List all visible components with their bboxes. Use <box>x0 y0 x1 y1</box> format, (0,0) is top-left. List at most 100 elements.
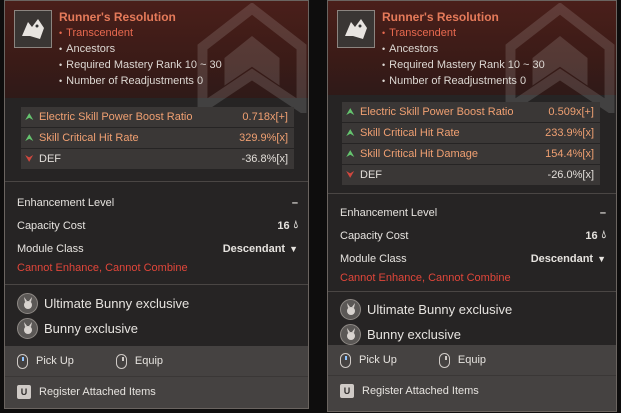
stat-row: ⮝ Skill Critical Hit Rate 233.9%[x] <box>342 123 600 143</box>
exclusive-item: Bunny exclusive <box>17 316 189 341</box>
stat-row: ⮝ Skill Critical Hit Rate 329.9%[x] <box>21 128 294 148</box>
droplet-icon: 💧︎ <box>293 219 298 231</box>
module-mastery-rank: Required Mastery Rank 10 ~ 30 <box>382 57 545 73</box>
double-chevron-up-icon: ⮝ <box>346 127 355 139</box>
action-footer: Pick Up Equip U Register Attached Items <box>5 346 308 408</box>
capacity-label: Capacity Cost <box>340 229 409 242</box>
key-u-icon: U <box>340 383 354 398</box>
stat-name: Electric Skill Power Boost Ratio <box>360 106 514 118</box>
capacity-label: Capacity Cost <box>17 219 86 232</box>
stat-row: ⮝ Electric Skill Power Boost Ratio 0.509… <box>342 102 600 122</box>
key-u-icon: U <box>17 384 31 399</box>
enhancement-value: – <box>599 206 606 219</box>
stat-value: 154.4%[x] <box>545 148 594 160</box>
enhancement-label: Enhancement Level <box>17 196 115 209</box>
mouse-left-click-icon <box>17 353 28 369</box>
exclusive-list: Ultimate Bunny exclusive Bunny exclusive <box>17 291 189 341</box>
exclusive-item: Ultimate Bunny exclusive <box>17 291 189 316</box>
equip-action[interactable]: Equip <box>458 354 486 366</box>
double-chevron-up-icon: ⮝ <box>25 111 34 123</box>
exclusive-item: Bunny exclusive <box>340 322 512 347</box>
bunny-avatar-icon <box>340 299 361 320</box>
module-tooltip-left: Runner's Resolution Transcendent Ancesto… <box>4 0 309 409</box>
stat-name: Skill Critical Hit Damage <box>360 148 478 160</box>
module-readjustments: Number of Readjustments 0 <box>382 73 545 89</box>
module-mastery-rank: Required Mastery Rank 10 ~ 30 <box>59 57 222 73</box>
stat-value: -26.0%[x] <box>547 169 594 181</box>
capacity-value: 16 <box>585 229 598 242</box>
pick-up-action[interactable]: Pick Up <box>36 355 74 367</box>
exclusive-label: Bunny exclusive <box>44 321 138 336</box>
exclusive-label: Ultimate Bunny exclusive <box>44 296 190 311</box>
stat-name: DEF <box>39 153 61 165</box>
action-footer: Pick Up Equip U Register Attached Items <box>328 345 616 411</box>
droplet-icon: 💧︎ <box>601 229 606 241</box>
bunny-avatar-icon <box>17 293 38 314</box>
double-chevron-down-icon: ⮟ <box>25 153 34 165</box>
stat-row: ⮟ DEF -26.0%[x] <box>342 165 600 185</box>
module-class-row: Module Class Descendant ▼ <box>340 247 606 270</box>
wolf-emblem-icon <box>14 10 52 48</box>
module-title: Runner's Resolution <box>382 10 499 24</box>
restriction-warning: Cannot Enhance, Cannot Combine <box>17 262 188 274</box>
stat-name: Skill Critical Hit Rate <box>360 127 460 139</box>
capacity-value: 16 <box>277 219 290 232</box>
module-class-label: Module Class <box>17 242 84 255</box>
double-chevron-down-icon: ⮟ <box>346 169 355 181</box>
exclusive-label: Bunny exclusive <box>367 327 461 342</box>
exclusive-label: Ultimate Bunny exclusive <box>367 302 513 317</box>
double-chevron-up-icon: ⮝ <box>346 106 355 118</box>
module-socket: Ancestors <box>59 41 222 57</box>
restriction-warning: Cannot Enhance, Cannot Combine <box>340 272 511 284</box>
divider <box>328 193 616 194</box>
bunny-avatar-icon <box>340 324 361 345</box>
tooltip-header: Runner's Resolution Transcendent Ancesto… <box>328 1 616 113</box>
module-class-value: Descendant <box>222 242 286 255</box>
module-tier: Transcendent <box>382 25 545 41</box>
stat-value: -36.8%[x] <box>241 153 288 165</box>
pick-up-action[interactable]: Pick Up <box>359 354 397 366</box>
stat-name: DEF <box>360 169 382 181</box>
enhancement-value: – <box>291 196 298 209</box>
capacity-row: Capacity Cost 16 💧︎ <box>340 224 606 247</box>
descendant-class-icon: ▼ <box>597 253 606 264</box>
module-tooltip-right: Runner's Resolution Transcendent Ancesto… <box>327 0 617 412</box>
stat-value: 0.718x[+] <box>242 111 288 123</box>
enhancement-row: Enhancement Level – <box>340 201 606 224</box>
bunny-avatar-icon <box>17 318 38 339</box>
module-info: Enhancement Level – Capacity Cost 16 💧︎ M… <box>340 201 606 285</box>
enhancement-row: Enhancement Level – <box>17 191 298 214</box>
stat-list: ⮝ Electric Skill Power Boost Ratio 0.718… <box>21 107 294 170</box>
tooltip-header: Runner's Resolution Transcendent Ancesto… <box>5 1 308 113</box>
capacity-row: Capacity Cost 16 💧︎ <box>17 214 298 237</box>
stat-list: ⮝ Electric Skill Power Boost Ratio 0.509… <box>342 102 600 186</box>
module-title: Runner's Resolution <box>59 10 176 24</box>
module-info: Enhancement Level – Capacity Cost 16 💧︎ M… <box>17 191 298 275</box>
register-action[interactable]: Register Attached Items <box>39 386 156 398</box>
stat-row: ⮝ Skill Critical Hit Damage 154.4%[x] <box>342 144 600 164</box>
module-class-value: Descendant <box>530 252 594 265</box>
register-action[interactable]: Register Attached Items <box>362 385 479 397</box>
stat-value: 329.9%[x] <box>239 132 288 144</box>
stat-row: ⮝ Electric Skill Power Boost Ratio 0.718… <box>21 107 294 127</box>
double-chevron-up-icon: ⮝ <box>25 132 34 144</box>
module-class-row: Module Class Descendant ▼ <box>17 237 298 260</box>
divider <box>5 284 308 285</box>
double-chevron-up-icon: ⮝ <box>346 148 355 160</box>
exclusive-list: Ultimate Bunny exclusive Bunny exclusive <box>340 297 512 347</box>
enhancement-label: Enhancement Level <box>340 206 438 219</box>
stat-row: ⮟ DEF -36.8%[x] <box>21 149 294 169</box>
wolf-emblem-icon <box>337 10 375 48</box>
divider <box>5 181 308 182</box>
divider <box>328 291 616 292</box>
module-class-label: Module Class <box>340 252 407 265</box>
module-socket: Ancestors <box>382 41 545 57</box>
mouse-right-click-icon <box>438 352 450 368</box>
stat-name: Electric Skill Power Boost Ratio <box>39 111 193 123</box>
mouse-left-click-icon <box>340 352 351 368</box>
equip-action[interactable]: Equip <box>135 355 163 367</box>
module-readjustments: Number of Readjustments 0 <box>59 73 222 89</box>
stat-name: Skill Critical Hit Rate <box>39 132 139 144</box>
stat-value: 0.509x[+] <box>548 106 594 118</box>
mouse-right-click-icon <box>115 353 127 369</box>
